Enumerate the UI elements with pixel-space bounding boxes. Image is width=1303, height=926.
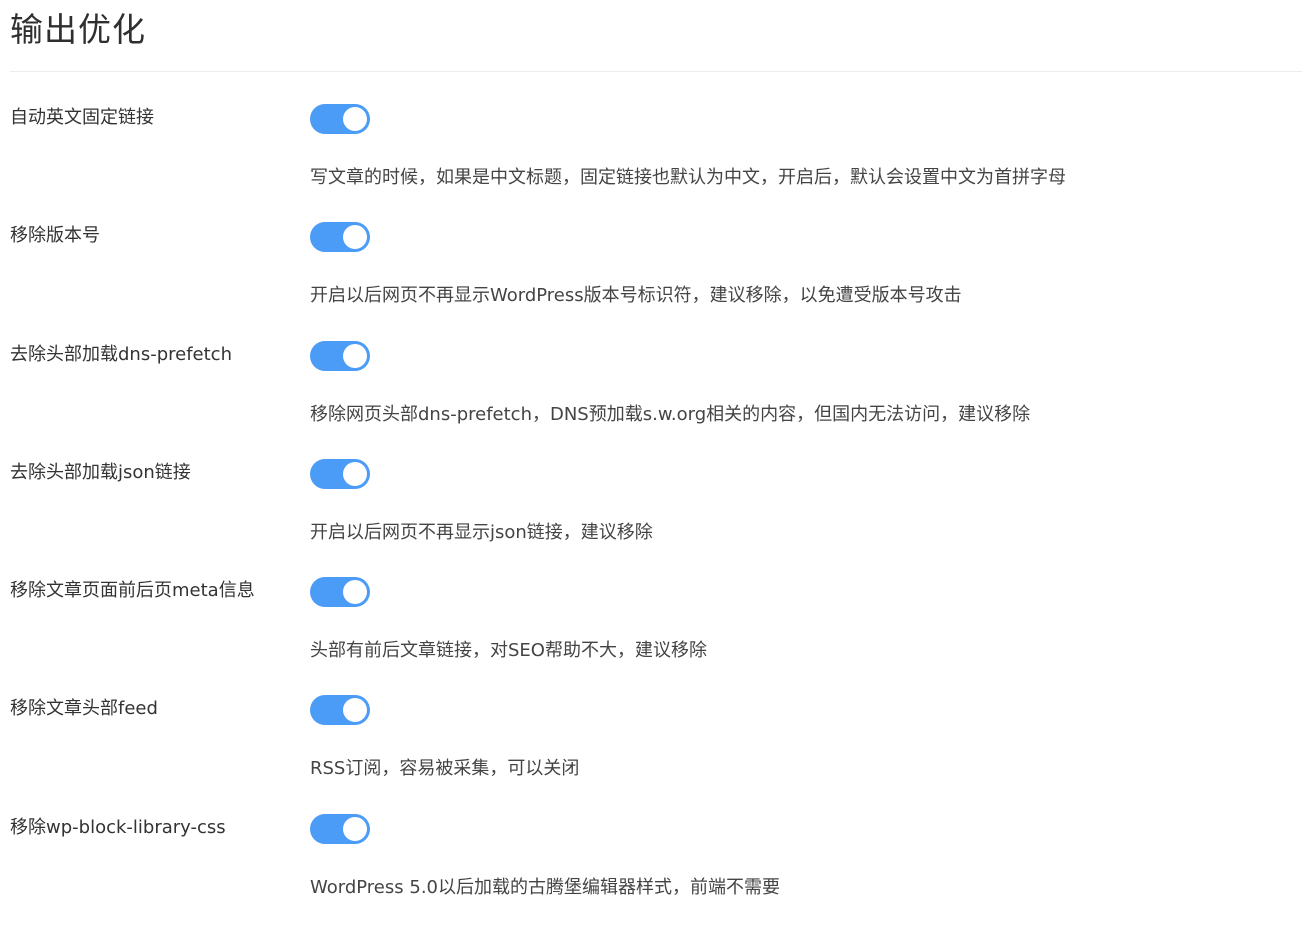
settings-list: 自动英文固定链接 写文章的时候，如果是中文标题，固定链接也默认为中文，开启后，默… — [0, 98, 1303, 926]
setting-label: 移除文章页面前后页meta信息 — [10, 580, 255, 602]
setting-description: 写文章的时候，如果是中文标题，固定链接也默认为中文，开启后，默认会设置中文为首拼… — [310, 167, 1066, 188]
remove-json-link-toggle[interactable] — [310, 458, 370, 489]
setting-description: RSS订阅，容易被采集，可以关闭 — [310, 758, 580, 780]
remove-block-library-css-toggle[interactable] — [310, 813, 370, 844]
setting-description: 开启以后网页不再显示WordPress版本号标识符，建议移除，以免遭受版本号攻击 — [310, 285, 962, 307]
setting-auto-english-permalink: 自动英文固定链接 写文章的时候，如果是中文标题，固定链接也默认为中文，开启后，默… — [0, 98, 1303, 216]
setting-label: 去除头部加载json链接 — [10, 461, 191, 483]
setting-remove-version: 移除版本号 开启以后网页不再显示WordPress版本号标识符，建议移除，以免遭… — [0, 216, 1303, 334]
remove-adjacent-meta-toggle[interactable] — [310, 577, 370, 608]
toggle-knob — [343, 225, 367, 250]
setting-description: WordPress 5.0以后加载的古腾堡编辑器样式，前端不需要 — [310, 876, 780, 898]
auto-english-permalink-toggle[interactable] — [310, 104, 370, 134]
page-title: 输出优化 — [10, 10, 146, 49]
remove-feed-toggle[interactable] — [310, 695, 370, 726]
title-divider — [10, 71, 1302, 72]
setting-description: 头部有前后文章链接，对SEO帮助不大，建议移除 — [310, 640, 707, 662]
setting-label: 移除文章头部feed — [10, 698, 158, 720]
setting-description: 开启以后网页不再显示json链接，建议移除 — [310, 521, 653, 543]
toggle-knob — [343, 461, 367, 486]
remove-dns-prefetch-toggle[interactable] — [310, 340, 370, 371]
remove-version-toggle[interactable] — [310, 222, 370, 253]
toggle-knob — [343, 343, 367, 368]
toggle-knob — [343, 698, 367, 723]
setting-remove-feed: 移除文章头部feed RSS订阅，容易被采集，可以关闭 — [0, 689, 1303, 807]
setting-label: 去除头部加载dns-prefetch — [10, 343, 232, 365]
setting-label: 自动英文固定链接 — [10, 107, 154, 128]
setting-remove-block-library-css: 移除wp-block-library-css WordPress 5.0以后加载… — [0, 808, 1303, 926]
setting-remove-adjacent-meta: 移除文章页面前后页meta信息 头部有前后文章链接，对SEO帮助不大，建议移除 — [0, 571, 1303, 689]
setting-label: 移除wp-block-library-css — [10, 816, 226, 838]
setting-label: 移除版本号 — [10, 225, 100, 247]
setting-description: 移除网页头部dns-prefetch，DNS预加载s.w.org相关的内容，但国… — [310, 403, 1031, 425]
setting-remove-dns-prefetch: 去除头部加载dns-prefetch 移除网页头部dns-prefetch，DN… — [0, 335, 1303, 453]
toggle-knob — [343, 816, 367, 841]
toggle-knob — [343, 580, 367, 605]
setting-remove-json-link: 去除头部加载json链接 开启以后网页不再显示json链接，建议移除 — [0, 453, 1303, 571]
toggle-knob — [343, 107, 367, 131]
